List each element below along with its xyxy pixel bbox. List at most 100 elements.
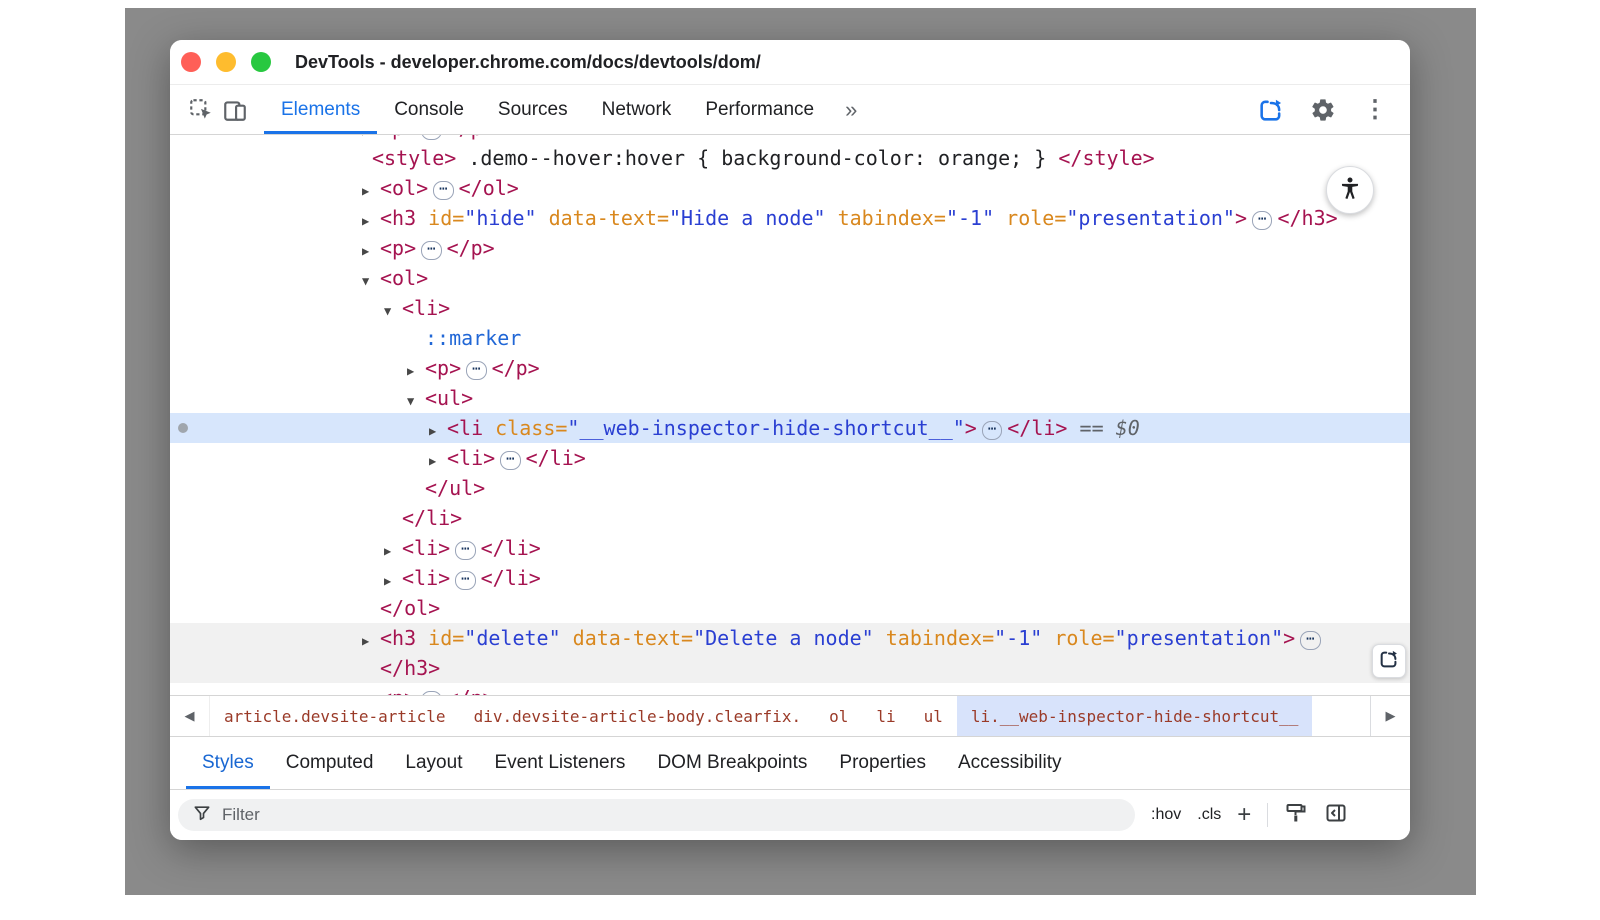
toggle-sidebar-icon[interactable] bbox=[1324, 801, 1348, 830]
rendering-emulation-icon[interactable] bbox=[1284, 801, 1308, 830]
filter-funnel-icon bbox=[192, 803, 212, 828]
ellipsis-pill[interactable]: ⋯ bbox=[982, 421, 1002, 440]
ellipsis-pill[interactable]: ⋯ bbox=[1252, 211, 1272, 230]
window-titlebar: DevTools - developer.chrome.com/docs/dev… bbox=[170, 40, 1410, 85]
disclosure-arrow-icon[interactable]: ▶ bbox=[362, 206, 380, 236]
dom-tree-row[interactable]: </ol> bbox=[170, 593, 1410, 623]
accessibility-overlay-button[interactable] bbox=[1326, 166, 1374, 214]
dom-tree-row[interactable]: ▶<li class="__web-inspector-hide-shortcu… bbox=[170, 413, 1410, 443]
ellipsis-pill[interactable]: ⋯ bbox=[433, 181, 453, 200]
minimize-window-button[interactable] bbox=[216, 52, 236, 72]
disclosure-arrow-icon[interactable]: ▼ bbox=[384, 296, 402, 326]
breadcrumb-item[interactable]: article.devsite-article bbox=[210, 696, 460, 736]
toggle-element-state-button[interactable]: :hov bbox=[1151, 806, 1181, 824]
disclosure-arrow-icon[interactable]: ▶ bbox=[362, 236, 380, 266]
dom-tree-row[interactable]: ▶<h3 id="hide" data-text="Hide a node" t… bbox=[170, 203, 1410, 233]
code-token: $0 bbox=[1116, 416, 1140, 440]
breadcrumb-item[interactable]: ul bbox=[910, 696, 957, 736]
ellipsis-pill[interactable]: ⋯ bbox=[421, 241, 441, 260]
sidebar-tab-computed[interactable]: Computed bbox=[270, 737, 390, 789]
element-classes-button[interactable]: .cls bbox=[1197, 806, 1221, 824]
disclosure-arrow-icon[interactable]: ▶ bbox=[362, 686, 380, 695]
code-token: </li> bbox=[526, 446, 586, 470]
ellipsis-pill[interactable]: ⋯ bbox=[500, 451, 520, 470]
breadcrumb-item[interactable]: li.__web-inspector-hide-shortcut__ bbox=[957, 696, 1313, 736]
code-token: > bbox=[1235, 206, 1247, 230]
dom-tree-row[interactable]: ▼<li> bbox=[170, 293, 1410, 323]
code-token: <li bbox=[447, 416, 483, 440]
code-token: id= bbox=[416, 206, 464, 230]
sidebar-tab-styles[interactable]: Styles bbox=[186, 737, 270, 789]
more-tabs-icon[interactable]: » bbox=[831, 85, 871, 134]
device-toolbar-icon[interactable] bbox=[218, 93, 252, 127]
code-token: </li> bbox=[481, 566, 541, 590]
disclosure-arrow-icon[interactable]: ▶ bbox=[362, 626, 380, 656]
sidebar-tab-properties[interactable]: Properties bbox=[823, 737, 942, 789]
code-token: <li> bbox=[402, 296, 450, 320]
sidebar-tab-layout[interactable]: Layout bbox=[389, 737, 478, 789]
disclosure-arrow-icon[interactable]: ▶ bbox=[384, 536, 402, 566]
settings-gear-icon[interactable] bbox=[1306, 93, 1340, 127]
breadcrumb-scroll-left-button[interactable]: ◀ bbox=[170, 696, 210, 736]
element-overlay-badge-icon[interactable] bbox=[1254, 93, 1288, 127]
disclosure-arrow-icon[interactable]: ▶ bbox=[429, 416, 447, 446]
dom-tree-row[interactable]: ▶<p>⋯</p> bbox=[170, 683, 1410, 695]
disclosure-arrow-icon[interactable]: ▼ bbox=[407, 386, 425, 416]
code-token: > bbox=[965, 416, 977, 440]
disclosure-arrow-icon[interactable]: ▶ bbox=[429, 446, 447, 476]
disclosure-arrow-icon[interactable]: ▼ bbox=[362, 266, 380, 296]
breadcrumb-item[interactable]: div.devsite-article-body.clearfix. bbox=[460, 696, 816, 736]
code-token: </p> bbox=[492, 356, 540, 380]
tab-performance[interactable]: Performance bbox=[688, 85, 831, 134]
zoom-window-button[interactable] bbox=[251, 52, 271, 72]
tab-sources[interactable]: Sources bbox=[481, 85, 585, 134]
dom-tree-row[interactable]: ▶<p>⋯</p> bbox=[170, 233, 1410, 263]
breadcrumb-item[interactable]: ol bbox=[815, 696, 862, 736]
code-token: "hide" bbox=[464, 206, 536, 230]
breadcrumb-scroll-right-button[interactable]: ▶ bbox=[1370, 696, 1410, 736]
dom-tree-row[interactable]: <style> .demo--hover:hover { background-… bbox=[170, 143, 1410, 173]
disclosure-arrow-icon[interactable]: ▶ bbox=[362, 176, 380, 206]
dom-tree-row[interactable]: ▶<ol>⋯</ol> bbox=[170, 173, 1410, 203]
dom-tree-row[interactable]: ▶<h3 id="delete" data-text="Delete a nod… bbox=[170, 623, 1410, 653]
tab-network[interactable]: Network bbox=[585, 85, 689, 134]
code-token: </li> bbox=[402, 506, 462, 530]
dom-tree-row[interactable]: </ul> bbox=[170, 473, 1410, 503]
code-token: <h3 bbox=[380, 206, 416, 230]
filter-input[interactable]: Filter bbox=[178, 799, 1135, 831]
disclosure-arrow-icon[interactable]: ▶ bbox=[384, 566, 402, 596]
code-token: ::marker bbox=[425, 326, 521, 350]
dom-tree-row[interactable]: ::marker bbox=[170, 323, 1410, 353]
inspect-element-icon[interactable] bbox=[184, 93, 218, 127]
dom-tree-row[interactable]: ▶<li>⋯</li> bbox=[170, 563, 1410, 593]
dom-tree-row[interactable]: ▶<p>⋯</p> bbox=[170, 353, 1410, 383]
sidebar-tab-dom-breakpoints[interactable]: DOM Breakpoints bbox=[641, 737, 823, 789]
tab-elements[interactable]: Elements bbox=[264, 85, 377, 134]
styles-filter-bar: Filter :hov .cls + bbox=[170, 790, 1410, 840]
window-title: DevTools - developer.chrome.com/docs/dev… bbox=[295, 40, 761, 85]
dom-tree-row[interactable]: ▶<p>⋯</p> bbox=[170, 135, 1410, 143]
ellipsis-pill[interactable]: ⋯ bbox=[455, 571, 475, 590]
dom-tree-row[interactable]: </h3> bbox=[170, 653, 1410, 683]
main-tabs: ElementsConsoleSourcesNetworkPerformance bbox=[264, 85, 831, 134]
ellipsis-pill[interactable]: ⋯ bbox=[455, 541, 475, 560]
ellipsis-pill[interactable]: ⋯ bbox=[421, 135, 441, 140]
dom-tree-row[interactable]: ▼<ol> bbox=[170, 263, 1410, 293]
ellipsis-pill[interactable]: ⋯ bbox=[1300, 631, 1320, 650]
dom-tree-row[interactable]: </li> bbox=[170, 503, 1410, 533]
dom-tree-row[interactable]: ▶<li>⋯</li> bbox=[170, 443, 1410, 473]
kebab-menu-icon[interactable]: ⋮ bbox=[1358, 93, 1392, 127]
breadcrumb-item[interactable]: li bbox=[862, 696, 909, 736]
close-window-button[interactable] bbox=[181, 52, 201, 72]
dom-tree-row[interactable]: ▼<ul> bbox=[170, 383, 1410, 413]
code-token: </ol> bbox=[380, 596, 440, 620]
ellipsis-pill[interactable]: ⋯ bbox=[466, 361, 486, 380]
breadcrumb: ◀ article.devsite-articlediv.devsite-art… bbox=[170, 695, 1410, 737]
dom-tree-row[interactable]: ▶<li>⋯</li> bbox=[170, 533, 1410, 563]
scroll-into-view-button[interactable] bbox=[1372, 644, 1406, 678]
sidebar-tab-accessibility[interactable]: Accessibility bbox=[942, 737, 1077, 789]
tab-console[interactable]: Console bbox=[377, 85, 481, 134]
disclosure-arrow-icon[interactable]: ▶ bbox=[407, 356, 425, 386]
sidebar-tab-event-listeners[interactable]: Event Listeners bbox=[478, 737, 641, 789]
new-style-rule-button[interactable]: + bbox=[1237, 803, 1251, 827]
